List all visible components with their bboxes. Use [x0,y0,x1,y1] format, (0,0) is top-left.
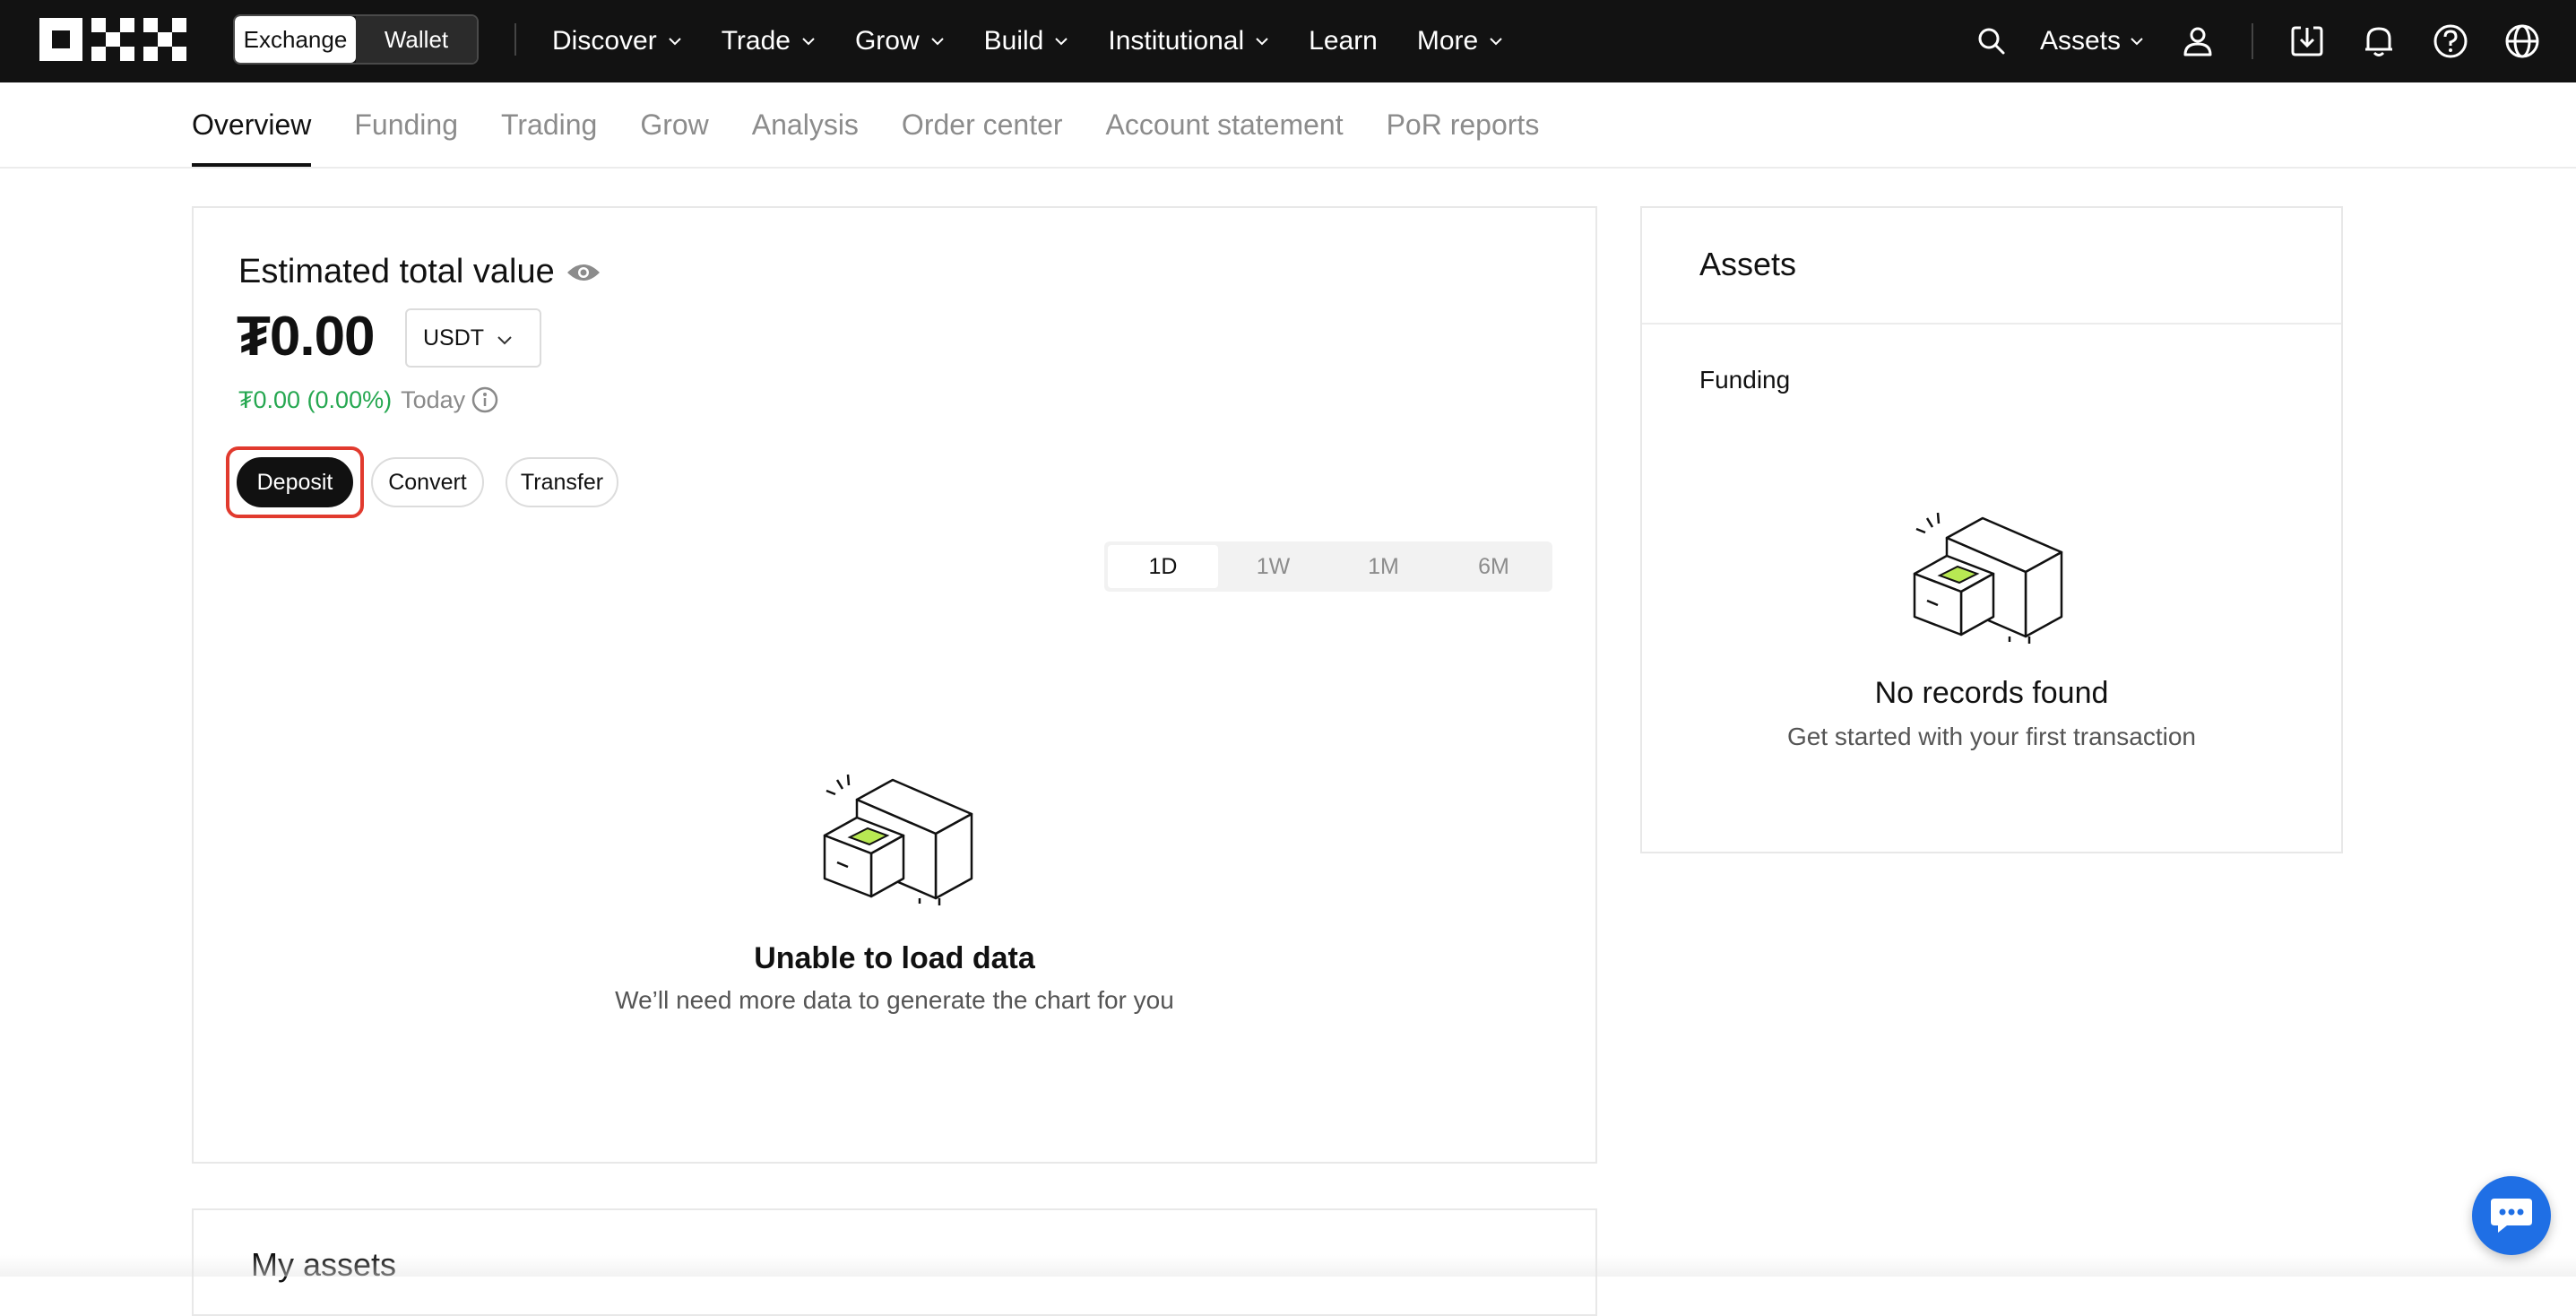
menu-discover-label: Discover [552,26,657,56]
menu-build[interactable]: Build [984,26,1069,56]
okx-logo[interactable] [39,18,186,61]
exchange-wallet-toggle: Exchange Wallet [233,14,479,65]
main-menu: Discover Trade Grow Build Institutional … [552,0,1543,82]
tab-overview[interactable]: Overview [192,82,312,167]
support-chat-button[interactable] [2472,1176,2551,1255]
globe-icon[interactable] [2504,23,2540,59]
chevron-down-icon [2131,38,2143,46]
assets-dropdown-label: Assets [2039,26,2121,56]
pnl-period: Today [401,385,466,413]
menu-grow[interactable]: Grow [855,26,945,56]
chart-empty-title: Unable to load data [754,941,1035,975]
top-navigation-bar: Exchange Wallet Discover Trade Grow Buil… [0,0,2576,82]
chat-bubble-icon [2491,1199,2532,1233]
chevron-down-icon [1256,38,1268,46]
total-value: ₮0.00 [237,306,376,368]
menu-build-label: Build [983,26,1044,56]
pnl-row: ₮0.00 (0.00%) Today [238,385,499,414]
range-1m[interactable]: 1M [1328,545,1439,588]
tab-por-reports[interactable]: PoR reports [1387,82,1540,167]
tab-trading[interactable]: Trading [501,82,597,167]
range-1d[interactable]: 1D [1108,545,1218,588]
tab-grow[interactable]: Grow [640,82,708,167]
nav-separator [2252,23,2253,59]
time-range-tabs: 1D 1W 1M 6M [1104,541,1552,592]
menu-learn[interactable]: Learn [1309,26,1378,56]
assets-card-title: Assets [1699,246,1797,282]
menu-grow-label: Grow [854,26,920,56]
download-icon[interactable] [2289,23,2325,59]
info-icon[interactable] [471,385,499,414]
menu-learn-label: Learn [1309,26,1378,56]
overview-card: Estimated total value ₮0.00 USDT ₮0.00 (… [192,206,1597,1164]
exchange-tab[interactable]: Exchange [235,16,356,63]
bell-icon[interactable] [2361,23,2397,59]
nav-divider [514,23,516,56]
chart-empty-subtitle: We’ll need more data to generate the cha… [615,986,1174,1014]
chevron-down-icon [930,38,944,46]
range-1w[interactable]: 1W [1218,545,1328,588]
transfer-button[interactable]: Transfer [506,457,618,507]
convert-button[interactable]: Convert [371,457,484,507]
tab-funding[interactable]: Funding [354,82,458,167]
deposit-button[interactable]: Deposit [237,457,353,507]
search-icon[interactable] [1974,23,2010,59]
account-subtabs: Overview Funding Trading Grow Analysis O… [0,82,2576,169]
chevron-down-icon [1055,38,1068,46]
wallet-tab[interactable]: Wallet [356,16,477,63]
chevron-down-icon [668,38,681,46]
currency-select-value: USDT [423,325,485,351]
funding-section-label: Funding [1699,366,1791,394]
menu-more-label: More [1416,26,1479,56]
assets-dropdown[interactable]: Assets [2040,26,2144,56]
range-6m[interactable]: 6M [1439,545,1549,588]
estimated-total-label: Estimated total value [238,253,601,291]
user-icon[interactable] [2180,23,2216,59]
assets-card: Assets Funding No records found Get star… [1640,206,2343,853]
eye-icon[interactable] [566,261,601,284]
menu-discover[interactable]: Discover [552,26,682,56]
menu-trade[interactable]: Trade [722,26,816,56]
estimated-total-text: Estimated total value [238,253,555,290]
assets-empty-title: No records found [1874,676,2109,710]
chevron-down-icon [802,38,815,46]
chevron-down-icon [1490,38,1502,46]
help-icon[interactable] [2433,23,2468,59]
bottom-fade [0,1255,2576,1277]
currency-select[interactable]: USDT [405,308,541,368]
menu-trade-label: Trade [721,26,791,56]
assets-divider [1642,323,2341,325]
pnl-value: ₮0.00 (0.00%) [238,385,393,413]
empty-drawer-illustration [1913,512,2063,644]
menu-institutional-label: Institutional [1108,26,1245,56]
menu-more[interactable]: More [1417,26,1503,56]
tab-analysis[interactable]: Analysis [752,82,859,167]
tab-account-statement[interactable]: Account statement [1106,82,1344,167]
nav-right-tools: Assets [1938,0,2540,82]
assets-empty-subtitle: Get started with your first transaction [1787,723,2196,750]
menu-institutional[interactable]: Institutional [1108,26,1269,56]
empty-drawer-illustration [823,774,973,905]
tab-order-center[interactable]: Order center [902,82,1063,167]
chevron-down-icon [497,336,512,345]
